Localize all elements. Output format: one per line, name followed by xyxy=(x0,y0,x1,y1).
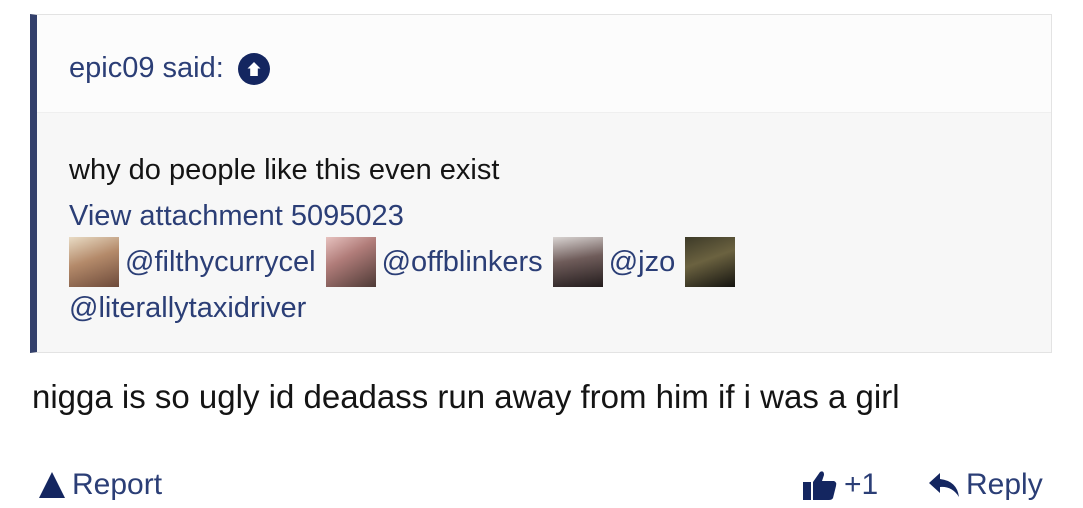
thumbs-up-icon xyxy=(803,471,837,500)
post-footer: Report +1 Reply xyxy=(0,468,1083,508)
quote-block: epic09 said: why do people like this eve… xyxy=(30,14,1052,353)
mention-offblinkers[interactable]: @offblinkers xyxy=(325,237,543,287)
mention-jzo[interactable]: @jzo xyxy=(552,237,676,287)
reply-button[interactable]: Reply xyxy=(928,468,1043,502)
quote-text: why do people like this even exist xyxy=(69,154,500,186)
report-button[interactable]: Report xyxy=(38,468,162,502)
mention-list: @filthycurrycel @offblinkers @jzo @liter… xyxy=(69,237,829,331)
avatar xyxy=(685,237,736,287)
arrow-up-icon[interactable] xyxy=(237,52,270,85)
mention-handle[interactable]: @literallytaxidriver xyxy=(69,285,306,331)
reply-label: Reply xyxy=(966,468,1043,501)
like-count: +1 xyxy=(844,468,879,501)
mention-literallytaxidriver-avatar[interactable] xyxy=(685,237,741,287)
post-text: nigga is so ugly id deadass run away fro… xyxy=(32,378,900,415)
attachment-link[interactable]: View attachment 5095023 xyxy=(69,200,404,232)
quote-author[interactable]: epic09 said: xyxy=(69,52,224,85)
avatar xyxy=(552,237,603,287)
mention-literallytaxidriver[interactable]: @literallytaxidriver xyxy=(69,285,306,331)
report-label: Report xyxy=(72,468,163,501)
like-button[interactable]: +1 xyxy=(802,468,878,502)
mention-handle[interactable]: @offblinkers xyxy=(382,239,543,285)
quote-body: why do people like this even exist View … xyxy=(37,113,1051,331)
reply-icon xyxy=(929,473,959,497)
mention-handle[interactable]: @filthycurrycel xyxy=(125,239,316,285)
mention-handle[interactable]: @jzo xyxy=(609,239,676,285)
mention-filthycurrycel[interactable]: @filthycurrycel xyxy=(69,237,316,287)
avatar xyxy=(325,237,376,287)
quote-header: epic09 said: xyxy=(37,15,1051,113)
avatar xyxy=(69,237,119,287)
warning-icon xyxy=(39,472,65,498)
